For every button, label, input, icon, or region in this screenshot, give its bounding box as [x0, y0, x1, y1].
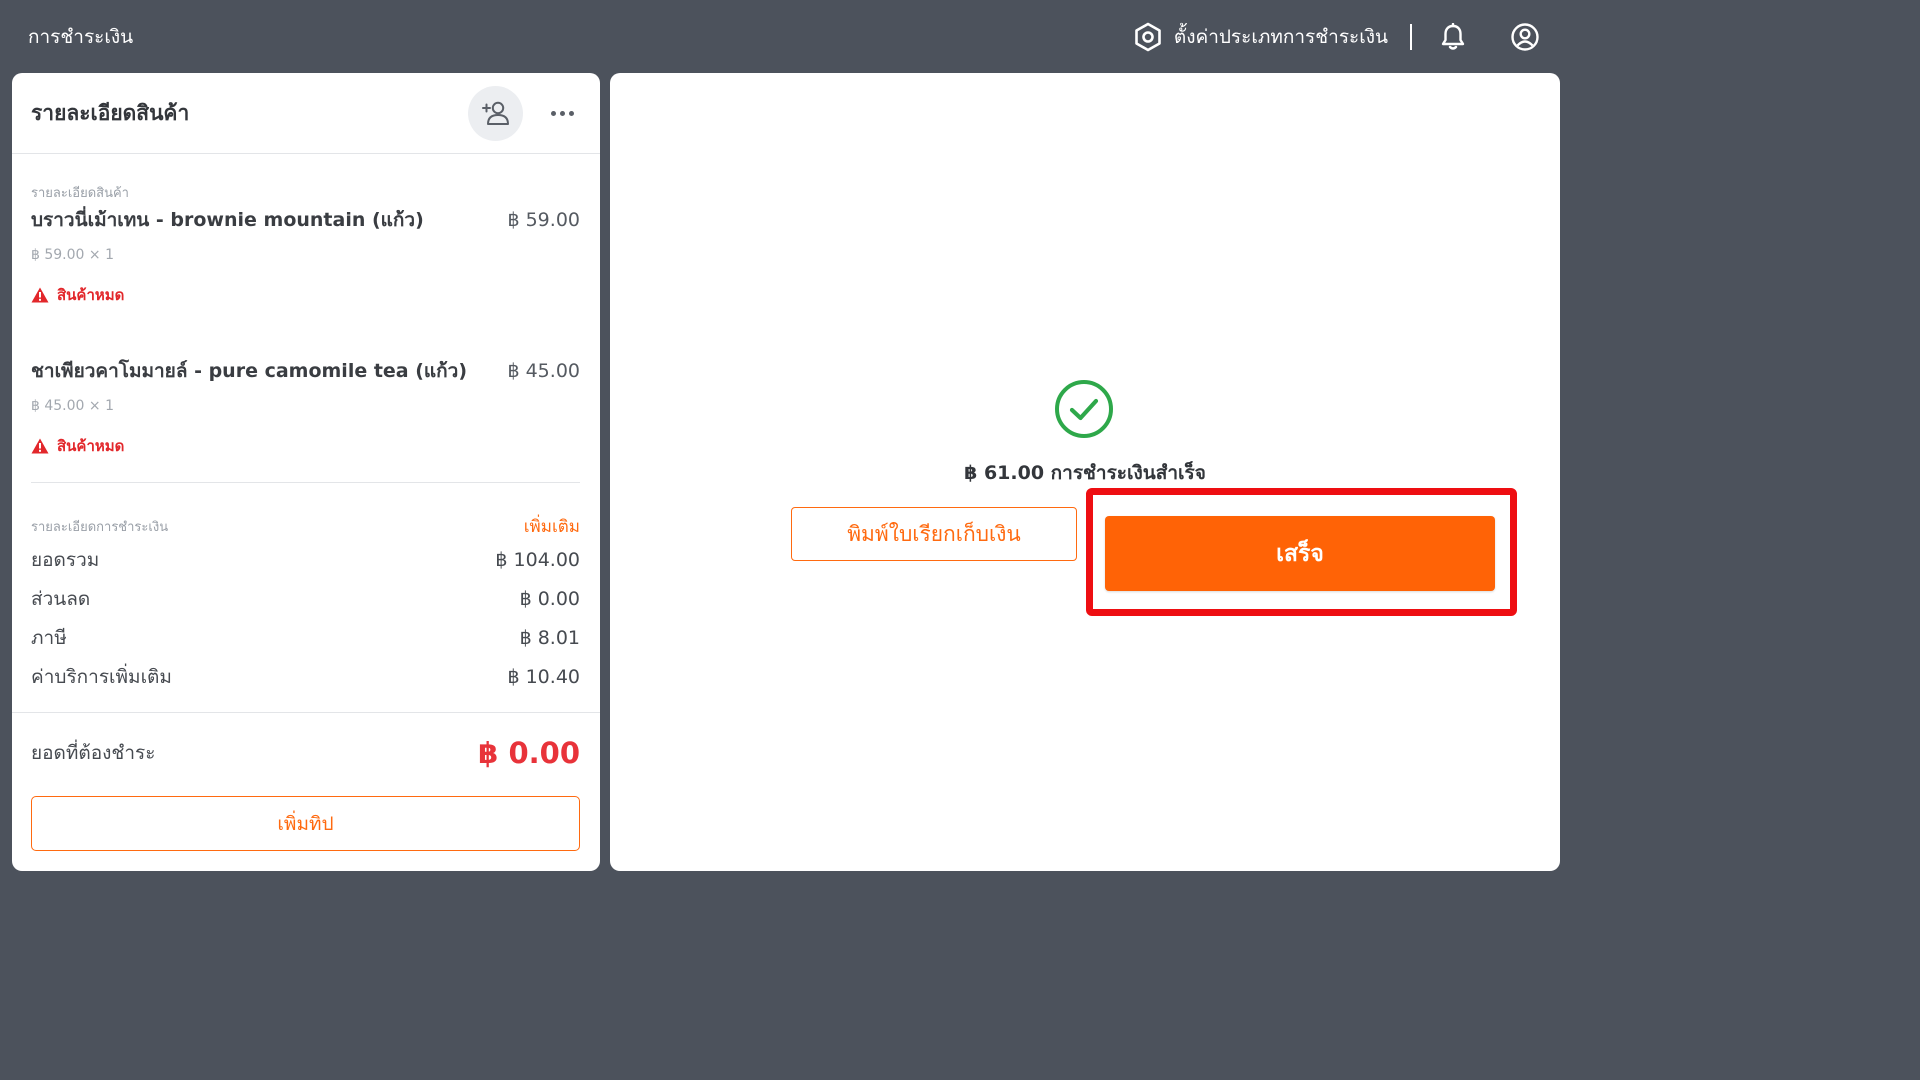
summary-value: ฿ 104.00 [495, 548, 580, 571]
summary-label: ส่วนลด [31, 587, 91, 610]
payment-type-settings-button[interactable]: ตั้งค่าประเภทการชำระเงิน [1134, 22, 1388, 52]
out-of-stock-label: สินค้าหมด [57, 437, 125, 455]
summary-row-subtotal: ยอดรวม ฿ 104.00 [31, 540, 580, 579]
item-price: ฿ 59.00 [507, 209, 580, 231]
out-of-stock-warning: สินค้าหมด [31, 283, 580, 307]
amount-due-section: ยอดที่ต้องชำระ ฿ 0.00 เพิ่มทิป [12, 712, 600, 851]
out-of-stock-label: สินค้าหมด [57, 286, 125, 304]
item-name: บราวนี่เม้าเทน - brownie mountain (แก้ว) [31, 209, 424, 231]
bell-icon[interactable] [1440, 22, 1466, 51]
top-bar: การชำระเงิน ตั้งค่าประเภทการชำระเงิน [0, 0, 1568, 73]
list-item: ชาเพียวคาโมมายล์ - pure camomile tea (แก… [31, 356, 580, 458]
item-name: ชาเพียวคาโมมายล์ - pure camomile tea (แก… [31, 360, 468, 382]
payment-details-label: รายละเอียดการชำระเงิน [31, 520, 169, 535]
settings-hex-icon [1134, 22, 1162, 52]
warning-icon [31, 438, 49, 454]
payment-type-settings-label: ตั้งค่าประเภทการชำระเงิน [1173, 25, 1388, 48]
order-details-title: รายละเอียดสินค้า [31, 100, 190, 125]
payment-success-text: ฿ 61.00 การชำระเงินสำเร็จ [964, 462, 1206, 484]
order-details-panel: รายละเอียดสินค้า รายละเอียดสินค้า บราวนี… [12, 73, 600, 871]
add-tip-button[interactable]: เพิ่มทิป [31, 796, 580, 851]
item-price: ฿ 45.00 [507, 360, 580, 382]
user-circle-icon[interactable] [1510, 22, 1540, 52]
items-section-label: รายละเอียดสินค้า [31, 186, 129, 201]
list-item: บราวนี่เม้าเทน - brownie mountain (แก้ว)… [31, 205, 580, 307]
summary-row-discount: ส่วนลด ฿ 0.00 [31, 579, 580, 618]
summary-value: ฿ 0.00 [519, 587, 580, 610]
more-icon[interactable] [545, 107, 580, 120]
payment-result-panel: ฿ 61.00 การชำระเงินสำเร็จ พิมพ์ใบเรียกเก… [610, 73, 1560, 871]
check-circle-icon [1054, 379, 1114, 443]
summary-value: ฿ 8.01 [519, 626, 580, 649]
payment-details-section: รายละเอียดการชำระเงิน เพิ่มเติม ยอดรวม ฿… [31, 483, 580, 696]
add-customer-icon [481, 100, 511, 126]
done-button[interactable]: เสร็จ [1105, 516, 1495, 591]
summary-label: ภาษี [31, 626, 67, 649]
payment-details-header: รายละเอียดการชำระเงิน เพิ่มเติม [31, 513, 580, 540]
amount-due-value: ฿ 0.00 [478, 736, 580, 770]
summary-label: ค่าบริการเพิ่มเติม [31, 665, 172, 688]
print-receipt-button[interactable]: พิมพ์ใบเรียกเก็บเงิน [791, 507, 1077, 561]
summary-value: ฿ 10.40 [507, 665, 580, 688]
add-customer-button[interactable] [468, 85, 523, 141]
items-section: รายละเอียดสินค้า บราวนี่เม้าเทน - browni… [12, 154, 600, 696]
summary-row-service-charge: ค่าบริการเพิ่มเติม ฿ 10.40 [31, 657, 580, 696]
order-details-header: รายละเอียดสินค้า [12, 73, 600, 154]
item-quantity: ฿ 59.00 × 1 [31, 247, 114, 263]
divider [1410, 23, 1412, 50]
item-row: ชาเพียวคาโมมายล์ - pure camomile tea (แก… [31, 356, 580, 386]
top-bar-actions: ตั้งค่าประเภทการชำระเงิน [1134, 22, 1540, 52]
page-title: การชำระเงิน [28, 25, 134, 48]
amount-due-row: ยอดที่ต้องชำระ ฿ 0.00 [31, 713, 580, 793]
out-of-stock-warning: สินค้าหมด [31, 434, 580, 458]
summary-row-tax: ภาษี ฿ 8.01 [31, 618, 580, 657]
item-row: บราวนี่เม้าเทน - brownie mountain (แก้ว)… [31, 205, 580, 235]
add-more-link[interactable]: เพิ่มเติม [524, 513, 580, 540]
summary-label: ยอดรวม [31, 548, 100, 571]
warning-icon [31, 287, 49, 303]
item-quantity: ฿ 45.00 × 1 [31, 398, 114, 414]
amount-due-label: ยอดที่ต้องชำระ [31, 742, 156, 764]
